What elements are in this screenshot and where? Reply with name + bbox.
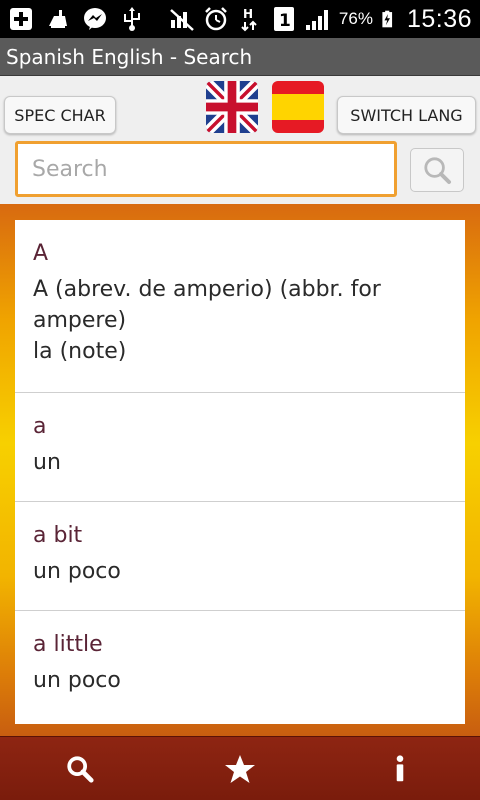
bottom-nav	[0, 736, 480, 800]
nav-search-button[interactable]	[0, 737, 160, 800]
svg-text:1: 1	[279, 11, 291, 31]
spec-char-button[interactable]: SPEC CHAR	[4, 96, 116, 134]
info-icon	[396, 755, 404, 782]
search-button[interactable]	[410, 148, 464, 192]
signal-icon	[305, 10, 328, 30]
title-bar: Spanish English - Search	[0, 38, 480, 76]
usb-icon	[124, 7, 140, 31]
toolbar: SPEC CHAR SWITCH LANG	[0, 76, 480, 204]
battery-charging-icon	[382, 10, 393, 28]
system-icons: H 1 76% 15:36	[169, 4, 472, 34]
sim-1-icon: 1	[273, 7, 294, 31]
app-title: Spanish English - Search	[6, 45, 253, 69]
results-list: A A (abrev. de amperio) (abbr. for amper…	[15, 220, 465, 724]
messenger-icon	[84, 8, 106, 30]
search-icon	[67, 756, 94, 783]
nav-info-button[interactable]	[320, 737, 480, 800]
entry-definition: A (abrev. de amperio) (abbr. for ampere)…	[33, 277, 381, 364]
entry-term: a little	[33, 632, 103, 657]
entry-term: a bit	[33, 523, 83, 548]
status-bar: H 1 76% 15:36	[0, 0, 480, 38]
notification-icons	[8, 4, 145, 34]
battery-percent: 76%	[338, 9, 373, 28]
entry-definition: un poco	[33, 668, 121, 693]
clock: 15:36	[406, 4, 472, 33]
list-item[interactable]: A A (abrev. de amperio) (abbr. for amper…	[15, 220, 465, 393]
switch-lang-button[interactable]: SWITCH LANG	[337, 96, 476, 134]
favorites-star-icon	[225, 755, 255, 783]
add-icon	[10, 8, 32, 30]
entry-term: a	[33, 414, 47, 439]
cleaner-icon	[49, 10, 67, 28]
hspa-icon: H	[241, 7, 257, 32]
alarm-icon	[205, 7, 227, 31]
search-input[interactable]	[18, 144, 394, 194]
spain-flag-icon[interactable]	[272, 81, 324, 133]
list-item[interactable]: a bit un poco	[15, 502, 465, 611]
entry-term: A	[33, 241, 49, 266]
no-signal-icon	[170, 9, 194, 31]
svg-text:H: H	[243, 7, 253, 21]
uk-flag-icon[interactable]	[206, 81, 258, 133]
entry-definition: un	[33, 450, 61, 475]
nav-favorites-button[interactable]	[160, 737, 320, 800]
list-item[interactable]: a un	[15, 393, 465, 502]
magnifier-icon	[424, 157, 451, 184]
entry-definition: un poco	[33, 559, 121, 584]
results-area: A A (abrev. de amperio) (abbr. for amper…	[0, 204, 480, 736]
list-item[interactable]: a little un poco	[15, 611, 465, 724]
search-field[interactable]	[15, 141, 397, 197]
